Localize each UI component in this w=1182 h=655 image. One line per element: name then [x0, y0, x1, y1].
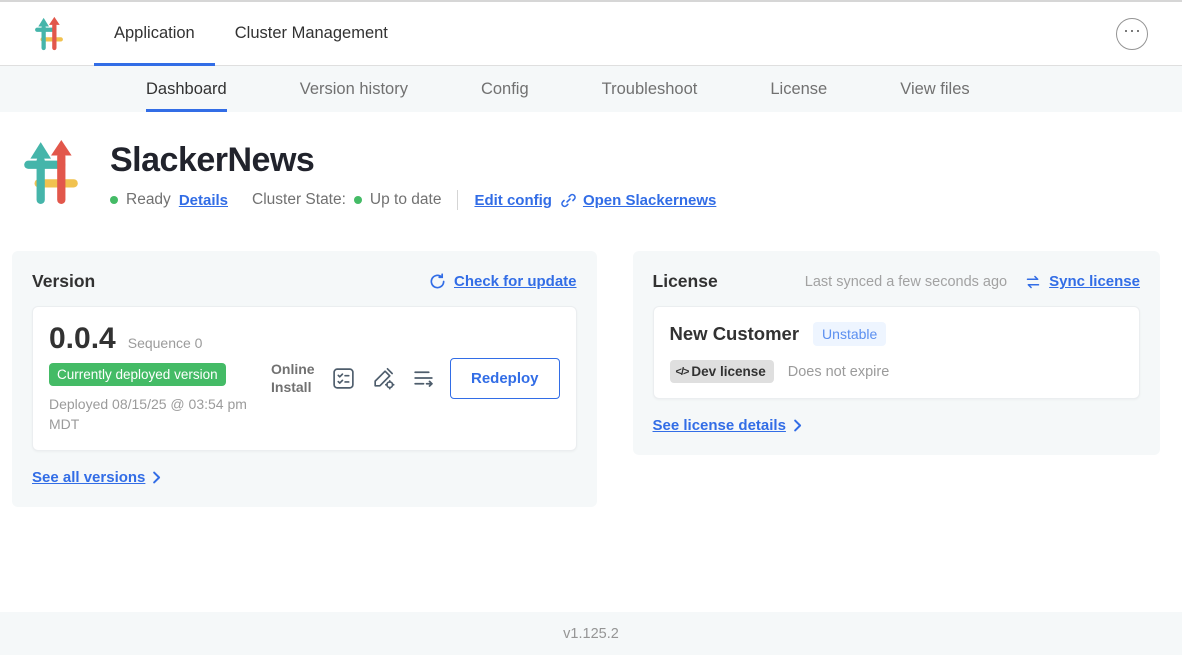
view-logs-icon[interactable] [411, 366, 436, 391]
version-number-row: 0.0.4 Sequence 0 [49, 322, 257, 356]
page-title: SlackerNews [110, 141, 716, 180]
chain-link-icon [560, 192, 577, 209]
channel-badge: Unstable [813, 322, 886, 346]
sequence-label: Sequence 0 [128, 335, 203, 351]
subnav-version-history-label: Version history [300, 80, 408, 99]
license-card-title: License [653, 271, 718, 292]
subnav-view-files-label: View files [900, 80, 969, 99]
code-icon: </> [676, 366, 689, 378]
cluster-state-dot [354, 196, 362, 204]
subnav-item-config[interactable]: Config [481, 66, 529, 112]
ellipsis-icon: ⋯ [1123, 22, 1141, 40]
version-number: 0.0.4 [49, 322, 116, 356]
chevron-right-icon [152, 471, 161, 484]
subnav-troubleshoot-label: Troubleshoot [602, 80, 698, 99]
sync-arrows-icon [1025, 274, 1041, 290]
app-subnav: Dashboard Version history Config Trouble… [0, 66, 1182, 112]
config-wrench-icon[interactable] [371, 366, 396, 391]
subnav-item-dashboard[interactable]: Dashboard [146, 66, 227, 112]
version-card-title: Version [32, 271, 95, 292]
ready-status-dot [110, 196, 118, 204]
deployed-version-badge: Currently deployed version [49, 363, 226, 386]
customer-name: New Customer [670, 323, 800, 345]
tab-cluster-management-label: Cluster Management [235, 24, 388, 43]
subnav-item-view-files[interactable]: View files [900, 66, 969, 112]
top-navbar: Application Cluster Management ⋯ [0, 2, 1182, 66]
refresh-icon [429, 273, 446, 290]
license-card: License Last synced a few seconds ago Sy… [633, 251, 1160, 455]
console-footer: v1.125.2 [0, 612, 1182, 655]
license-card-header: License Last synced a few seconds ago Sy… [653, 271, 1140, 292]
last-synced-text: Last synced a few seconds ago [805, 274, 1007, 290]
app-status-row: Ready Details Cluster State: Up to date … [110, 190, 716, 210]
subnav-dashboard-label: Dashboard [146, 80, 227, 99]
details-link[interactable]: Details [179, 192, 228, 209]
license-type-badge: </> Dev license [670, 360, 774, 383]
main-content: SlackerNews Ready Details Cluster State:… [0, 112, 1182, 612]
tab-application[interactable]: Application [94, 2, 215, 65]
redeploy-button[interactable]: Redeploy [450, 358, 560, 399]
status-divider [457, 190, 458, 210]
subnav-config-label: Config [481, 80, 529, 99]
version-info: 0.0.4 Sequence 0 Currently deployed vers… [49, 322, 257, 435]
license-type-row: </> Dev license Does not expire [670, 360, 1123, 383]
expiration-text: Does not expire [788, 364, 890, 380]
app-logo-icon [34, 16, 64, 52]
cluster-state-value: Up to date [370, 191, 442, 209]
subnav-item-troubleshoot[interactable]: Troubleshoot [602, 66, 698, 112]
check-for-update-link[interactable]: Check for update [454, 273, 577, 290]
deployed-timestamp: Deployed 08/15/25 @ 03:54 pm MDT [49, 394, 254, 435]
see-all-versions-link[interactable]: See all versions [32, 469, 161, 486]
more-menu-button[interactable]: ⋯ [1116, 18, 1148, 50]
tab-cluster-management[interactable]: Cluster Management [215, 2, 408, 65]
current-version-panel: 0.0.4 Sequence 0 Currently deployed vers… [32, 306, 577, 451]
version-card: Version Check for update 0.0.4 Seque [12, 251, 597, 507]
check-for-update-group: Check for update [429, 273, 577, 290]
tab-application-label: Application [114, 24, 195, 43]
customer-row: New Customer Unstable [670, 322, 1123, 346]
app-logo-large-icon [22, 140, 80, 211]
version-card-header: Version Check for update [32, 271, 577, 292]
edit-config-link[interactable]: Edit config [474, 192, 552, 209]
install-type-label: Online Install [271, 360, 317, 396]
sync-license-group: Last synced a few seconds ago Sync licen… [805, 273, 1140, 290]
open-app-link-label: Open Slackernews [583, 192, 716, 209]
open-app-link[interactable]: Open Slackernews [560, 192, 716, 209]
release-notes-icon[interactable] [331, 366, 356, 391]
see-license-details-label: See license details [653, 417, 786, 434]
subnav-item-version-history[interactable]: Version history [300, 66, 408, 112]
app-status-text: Ready [126, 191, 171, 209]
see-license-details-link[interactable]: See license details [653, 417, 802, 434]
app-header: SlackerNews Ready Details Cluster State:… [22, 140, 1160, 211]
license-type-label: Dev license [691, 364, 765, 379]
version-action-icons [331, 366, 436, 391]
subnav-license-label: License [770, 80, 827, 99]
license-details-panel: New Customer Unstable </> Dev license Do… [653, 306, 1140, 399]
app-header-text: SlackerNews Ready Details Cluster State:… [110, 141, 716, 210]
dashboard-cards: Version Check for update 0.0.4 Seque [12, 251, 1160, 507]
chevron-right-icon [793, 419, 802, 432]
see-all-versions-label: See all versions [32, 469, 145, 486]
subnav-item-license[interactable]: License [770, 66, 827, 112]
console-version: v1.125.2 [563, 626, 619, 642]
top-tab-bar: Application Cluster Management [94, 2, 408, 65]
sync-license-link[interactable]: Sync license [1049, 273, 1140, 290]
cluster-state-label: Cluster State: [252, 191, 346, 209]
